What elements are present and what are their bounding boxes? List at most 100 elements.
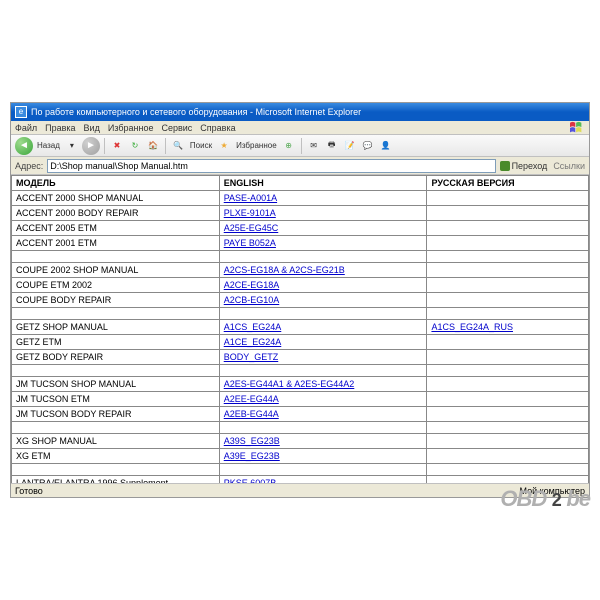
- go-button[interactable]: Переход: [500, 161, 548, 171]
- cell-model: GETZ BODY REPAIR: [12, 350, 220, 365]
- cell-russian: [427, 251, 589, 263]
- menu-edit[interactable]: Правка: [45, 123, 75, 133]
- window-title: По работе компьютерного и сетевого обору…: [31, 107, 361, 117]
- table-row: GETZ ETMA1CE_EG24A: [12, 335, 589, 350]
- link-english[interactable]: A1CS_EG24A: [224, 322, 282, 332]
- link-english[interactable]: A2CS-EG18A & A2CS-EG21B: [224, 265, 345, 275]
- cell-russian: [427, 464, 589, 476]
- cell-model: [12, 251, 220, 263]
- messenger-icon[interactable]: 👤: [378, 137, 394, 155]
- table-row: XG SHOP MANUAL A39S_EG23B: [12, 434, 589, 449]
- address-label: Адрес:: [15, 161, 43, 171]
- table-row: ACCENT 2000 SHOP MANUAL PASE-A001A: [12, 191, 589, 206]
- cell-russian: [427, 206, 589, 221]
- separator: [165, 138, 166, 154]
- cell-english: PASE-A001A: [219, 191, 427, 206]
- menu-fav[interactable]: Избранное: [108, 123, 154, 133]
- menu-help[interactable]: Справка: [200, 123, 235, 133]
- cell-english: A2EE-EG44A: [219, 392, 427, 407]
- link-english[interactable]: A2ES-EG44A1 & A2ES-EG44A2: [224, 379, 355, 389]
- link-english[interactable]: A39S_EG23B: [224, 436, 280, 446]
- table-row: JM TUCSON SHOP MANUALA2ES-EG44A1 & A2ES-…: [12, 377, 589, 392]
- logo-b: 2: [546, 491, 566, 511]
- cell-model: [12, 422, 220, 434]
- menu-view[interactable]: Вид: [84, 123, 100, 133]
- link-english[interactable]: A2EE-EG44A: [224, 394, 279, 404]
- link-english[interactable]: PAYE B052A: [224, 238, 276, 248]
- link-english[interactable]: BODY_GETZ: [224, 352, 279, 362]
- link-english[interactable]: A1CE_EG24A: [224, 337, 282, 347]
- cell-model: ACCENT 2000 SHOP MANUAL: [12, 191, 220, 206]
- favorites-label[interactable]: Избранное: [234, 137, 279, 155]
- cell-russian: [427, 449, 589, 464]
- cell-english: A2CS-EG18A & A2CS-EG21B: [219, 263, 427, 278]
- cell-english: A25E-EG45C: [219, 221, 427, 236]
- table-row: COUPE BODY REPAIR A2CB-EG10A: [12, 293, 589, 308]
- search-label[interactable]: Поиск: [188, 137, 214, 155]
- cell-english: PLXE-9101A: [219, 206, 427, 221]
- print-icon[interactable]: 🖶: [324, 137, 340, 155]
- media-icon[interactable]: ⊕: [281, 137, 297, 155]
- cell-russian: [427, 278, 589, 293]
- table-row: ACCENT 2000 BODY REPAIRPLXE-9101A: [12, 206, 589, 221]
- watermark-logo: OBD2be: [500, 486, 590, 512]
- table-row: [12, 365, 589, 377]
- stop-icon[interactable]: ✖: [109, 137, 125, 155]
- address-bar: Адрес: Переход Ссылки: [11, 157, 589, 175]
- refresh-icon[interactable]: ↻: [127, 137, 143, 155]
- cell-russian: [427, 407, 589, 422]
- cell-model: [12, 365, 220, 377]
- discuss-icon[interactable]: 💬: [360, 137, 376, 155]
- cell-english: [219, 365, 427, 377]
- cell-english: A39S_EG23B: [219, 434, 427, 449]
- mail-icon[interactable]: ✉: [306, 137, 322, 155]
- link-english[interactable]: A39E_EG23B: [224, 451, 280, 461]
- favorites-icon[interactable]: ★: [216, 137, 232, 155]
- header-english: ENGLISH: [219, 176, 427, 191]
- cell-english: BODY_GETZ: [219, 350, 427, 365]
- menu-file[interactable]: Файл: [15, 123, 37, 133]
- menu-bar: Файл Правка Вид Избранное Сервис Справка: [11, 121, 589, 135]
- link-russian[interactable]: A1CS_EG24A_RUS: [431, 322, 513, 332]
- cell-russian: [427, 365, 589, 377]
- link-english[interactable]: PASE-A001A: [224, 193, 277, 203]
- cell-russian: [427, 476, 589, 484]
- cell-russian: [427, 236, 589, 251]
- cell-english: A2ES-EG44A1 & A2ES-EG44A2: [219, 377, 427, 392]
- cell-model: [12, 308, 220, 320]
- back-button[interactable]: ◄: [15, 137, 33, 155]
- table-row: [12, 464, 589, 476]
- link-english[interactable]: A2CB-EG10A: [224, 295, 280, 305]
- links-label[interactable]: Ссылки: [553, 161, 585, 171]
- toolbar: ◄ Назад ▾ ► ✖ ↻ 🏠 🔍 Поиск ★ Избранное ⊕ …: [11, 135, 589, 157]
- chevron-down-icon[interactable]: ▾: [64, 137, 80, 155]
- cell-english: A2CB-EG10A: [219, 293, 427, 308]
- header-russian: РУССКАЯ ВЕРСИЯ: [427, 176, 589, 191]
- cell-english: [219, 464, 427, 476]
- link-english[interactable]: A2CE-EG18A: [224, 280, 280, 290]
- cell-russian: [427, 350, 589, 365]
- cell-russian: [427, 293, 589, 308]
- cell-english: A39E_EG23B: [219, 449, 427, 464]
- header-model: МОДЕЛЬ: [12, 176, 220, 191]
- menu-tools[interactable]: Сервис: [161, 123, 192, 133]
- edit-icon[interactable]: 📝: [342, 137, 358, 155]
- cell-model: ACCENT 2005 ETM: [12, 221, 220, 236]
- cell-model: JM TUCSON BODY REPAIR: [12, 407, 220, 422]
- content-area: МОДЕЛЬ ENGLISH РУССКАЯ ВЕРСИЯ ACCENT 200…: [11, 175, 589, 483]
- home-icon[interactable]: 🏠: [145, 137, 161, 155]
- table-row: ACCENT 2005 ETM A25E-EG45C: [12, 221, 589, 236]
- search-icon[interactable]: 🔍: [170, 137, 186, 155]
- cell-english: [219, 251, 427, 263]
- back-label[interactable]: Назад: [35, 137, 62, 155]
- address-input[interactable]: [47, 159, 495, 173]
- table-row: JM TUCSON BODY REPAIR A2EB-EG44A: [12, 407, 589, 422]
- link-english[interactable]: A2EB-EG44A: [224, 409, 279, 419]
- cell-model: XG SHOP MANUAL: [12, 434, 220, 449]
- link-english[interactable]: A25E-EG45C: [224, 223, 279, 233]
- windows-logo-icon: [568, 121, 586, 135]
- link-english[interactable]: PLXE-9101A: [224, 208, 276, 218]
- cell-model: COUPE BODY REPAIR: [12, 293, 220, 308]
- table-row: [12, 251, 589, 263]
- table-row: [12, 422, 589, 434]
